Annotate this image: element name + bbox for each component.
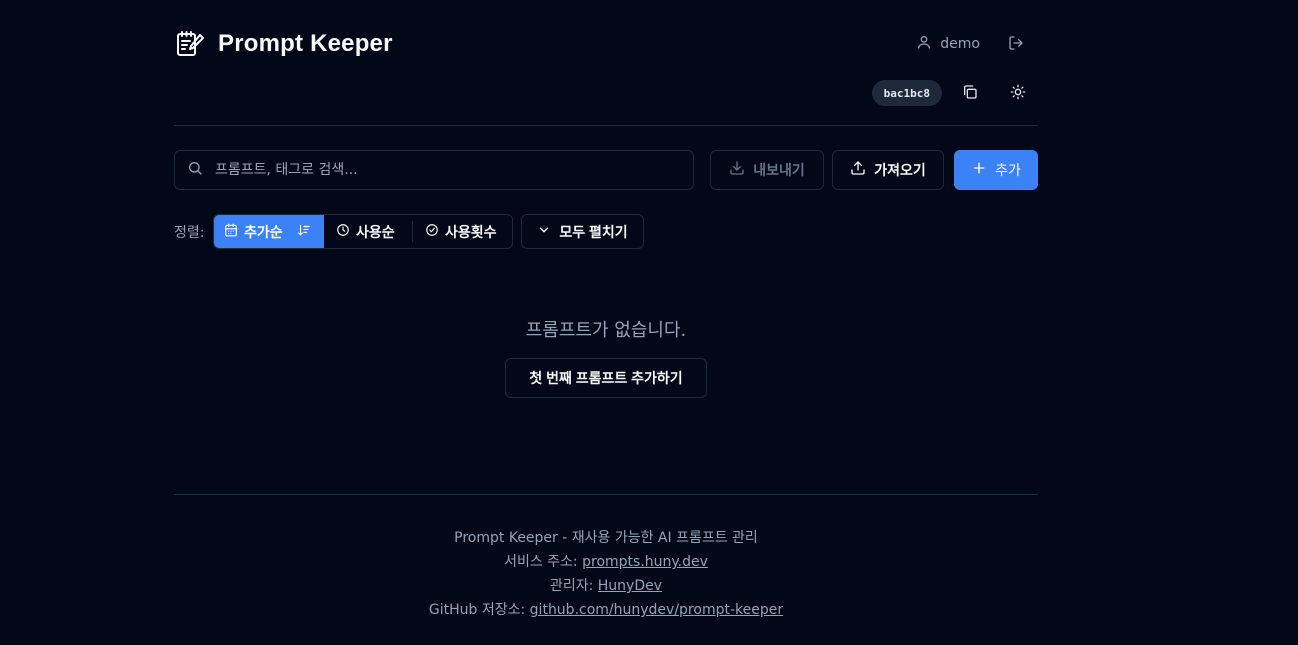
chevron-down-icon xyxy=(537,223,551,240)
version-badge: bac1bc8 xyxy=(871,80,942,106)
admin-link[interactable]: HunyDev xyxy=(598,578,662,594)
footer-service-prefix: 서비스 주소: xyxy=(504,554,583,570)
footer-admin-line: 관리자: HunyDev xyxy=(174,574,1038,598)
footer-admin-prefix: 관리자: xyxy=(549,578,598,594)
sort-descending-icon xyxy=(297,223,311,241)
expand-all-button[interactable]: 모두 펼치기 xyxy=(521,214,644,249)
footer-tagline: Prompt Keeper - 재사용 가능한 AI 프롬프트 관리 xyxy=(454,530,758,546)
search-icon xyxy=(187,160,203,180)
header-tools: bac1bc8 xyxy=(871,79,1038,107)
plus-icon xyxy=(971,160,987,180)
calendar-icon xyxy=(224,223,238,241)
empty-state-message: 프롬프트가 없습니다. xyxy=(525,320,687,341)
expand-all-label: 모두 펼치기 xyxy=(559,223,628,240)
user-icon xyxy=(916,34,932,54)
search-box[interactable] xyxy=(174,150,694,190)
sort-option-label: 추가순 xyxy=(244,224,283,241)
footer-divider xyxy=(174,494,1038,495)
sort-by-usage-count[interactable]: 사용횟수 xyxy=(413,215,509,248)
app-title: Prompt Keeper xyxy=(218,30,393,57)
import-button[interactable]: 가져오기 xyxy=(832,150,944,190)
sort-by-added[interactable]: 추가순 xyxy=(214,215,324,248)
copy-icon xyxy=(962,84,978,103)
sort-option-label: 사용순 xyxy=(356,224,395,241)
user-area: demo xyxy=(916,32,1028,56)
sort-toggle-group: 추가순 사용순 사용횟수 xyxy=(213,214,513,249)
check-circle-icon xyxy=(425,223,439,241)
sort-label: 정렬: xyxy=(174,225,205,241)
search-input[interactable] xyxy=(215,162,655,178)
sun-icon xyxy=(1010,84,1026,103)
sort-option-label: 사용횟수 xyxy=(445,224,497,241)
footer-github-line: GitHub 저장소: github.com/hunydev/prompt-ke… xyxy=(174,598,1038,622)
add-label: 추가 xyxy=(995,163,1021,179)
copy-button[interactable] xyxy=(950,79,990,107)
user-chip: demo xyxy=(916,34,980,54)
add-first-prompt-button[interactable]: 첫 번째 프롬프트 추가하기 xyxy=(505,358,707,398)
header-divider xyxy=(174,125,1038,126)
upload-icon xyxy=(850,160,866,180)
add-button[interactable]: 추가 xyxy=(954,150,1038,190)
footer-github-prefix: GitHub 저장소: xyxy=(428,602,530,618)
import-label: 가져오기 xyxy=(874,163,926,179)
user-name: demo xyxy=(940,36,980,52)
theme-toggle-button[interactable] xyxy=(998,79,1038,107)
sort-by-used[interactable]: 사용순 xyxy=(324,215,412,248)
download-icon xyxy=(729,160,745,180)
clock-icon xyxy=(336,223,350,241)
logout-button[interactable] xyxy=(1004,32,1028,56)
footer-service-line: 서비스 주소: prompts.huny.dev xyxy=(174,550,1038,574)
service-link[interactable]: prompts.huny.dev xyxy=(582,554,708,570)
app-container: Prompt Keeper demo bac1bc8 프롬프트, 태그로 검색.… xyxy=(174,0,1038,645)
notepad-edit-icon xyxy=(174,28,206,60)
logout-icon xyxy=(1008,35,1024,54)
brand[interactable]: Prompt Keeper xyxy=(174,28,393,60)
footer: Prompt Keeper - 재사용 가능한 AI 프롬프트 관리 서비스 주… xyxy=(174,526,1038,622)
export-label: 내보내기 xyxy=(753,163,805,179)
export-button[interactable]: 내보내기 xyxy=(710,150,824,190)
github-link[interactable]: github.com/hunydev/prompt-keeper xyxy=(530,602,783,618)
